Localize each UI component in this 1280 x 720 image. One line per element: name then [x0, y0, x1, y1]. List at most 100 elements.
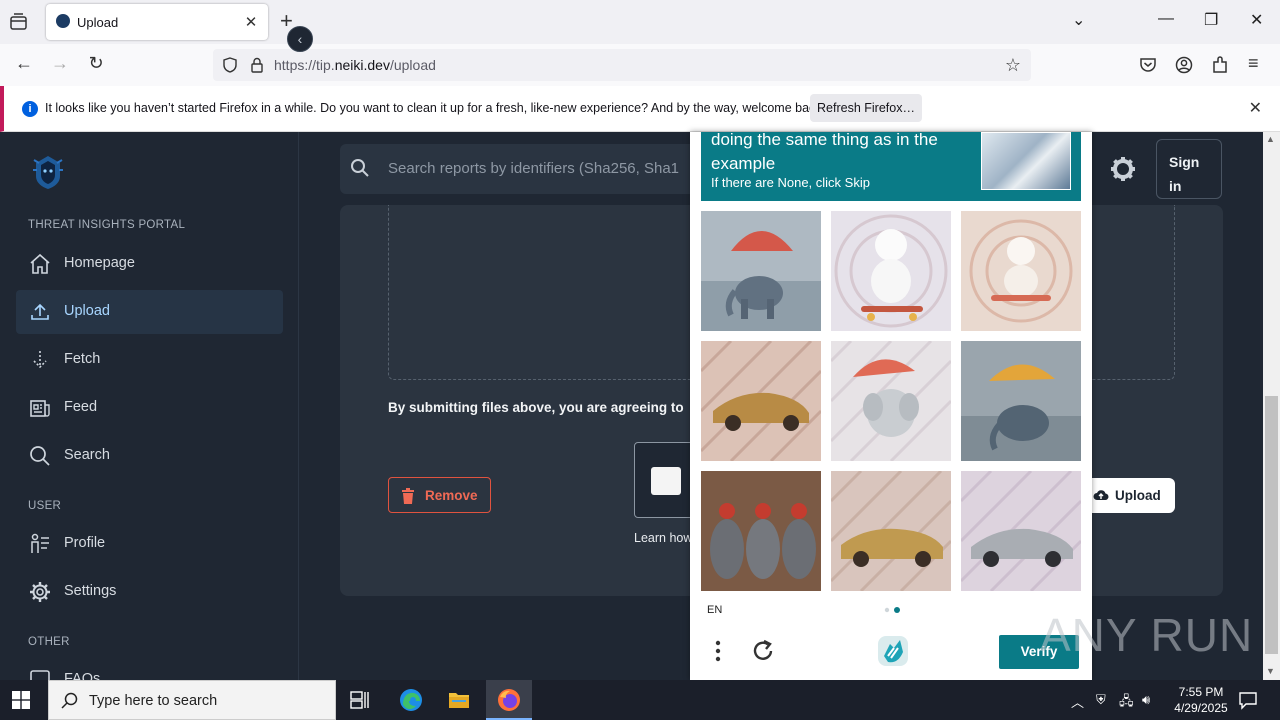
edge-browser-icon[interactable] [388, 680, 434, 720]
captcha-tile-gold-sports-car[interactable] [701, 341, 821, 461]
captcha-prompt-line: doing the same thing as in the [711, 130, 938, 149]
address-bar[interactable]: https://tip.neiki.dev/upload ☆ [213, 49, 1031, 81]
portal-section-label: THREAT INSIGHTS PORTAL [28, 219, 186, 231]
captcha-page-indicator [884, 607, 900, 613]
browser-nav-bar: ← → ↻ https://tip.neiki.dev/upload ☆ ≡ [0, 44, 1280, 86]
sidebar-item-settings[interactable]: Settings [16, 570, 283, 614]
settings-icon [30, 582, 50, 602]
learn-how-link[interactable]: Learn how [634, 531, 692, 545]
sidebar-item-label: Upload [64, 303, 110, 319]
taskbar-search-placeholder: Type here to search [89, 693, 218, 709]
captcha-menu-icon[interactable] [712, 640, 724, 662]
sidebar-item-label: Fetch [64, 351, 101, 367]
gear-icon[interactable] [1108, 154, 1138, 184]
trash-icon [402, 488, 414, 504]
captcha-checkbox[interactable] [651, 467, 681, 495]
sidebar-item-label: Homepage [64, 255, 135, 271]
search-icon [351, 159, 369, 177]
browser-tab[interactable]: Upload ✕ [46, 4, 268, 40]
back-icon[interactable]: ← [12, 53, 36, 74]
cloud-upload-icon [1093, 490, 1109, 501]
sidebar-item-search[interactable]: Search [16, 434, 283, 478]
info-icon: i [22, 101, 38, 117]
sidebar-item-homepage[interactable]: Homepage [16, 242, 283, 286]
taskbar-clock[interactable]: 7:55 PM 4/29/2025 [1160, 684, 1242, 716]
action-center-icon[interactable] [1238, 690, 1258, 710]
tracking-protection-icon[interactable] [223, 57, 237, 73]
search-placeholder: Search reports by identifiers (Sha256, S… [388, 160, 679, 177]
forward-icon[interactable]: → [48, 53, 72, 74]
extensions-icon[interactable] [1211, 56, 1229, 74]
captcha-tile-poodle-skateboard[interactable] [831, 211, 951, 331]
list-all-tabs-icon[interactable]: ⌄ [1072, 10, 1085, 30]
remove-button[interactable]: Remove [388, 477, 491, 513]
network-icon[interactable]: 🖧 [1119, 692, 1134, 714]
windows-start-icon[interactable] [12, 691, 30, 709]
captcha-example-image [981, 132, 1071, 190]
scroll-up-icon[interactable]: ▲ [1266, 134, 1275, 144]
tab-list-icon[interactable] [8, 12, 30, 32]
anyrun-watermark: ANY RUN [1040, 609, 1254, 661]
captcha-hint: If there are None, click Skip [711, 175, 870, 190]
other-section-label: OTHER [28, 636, 70, 648]
captcha-tile-silver-sports-car[interactable] [961, 471, 1081, 591]
sidebar-item-label: Feed [64, 399, 98, 415]
upload-button[interactable]: Upload [1085, 478, 1175, 513]
firefox-notification-bar: i It looks like you haven’t started Fire… [0, 86, 1280, 132]
close-tab-icon[interactable]: ✕ [242, 13, 260, 31]
report-search-input[interactable]: Search reports by identifiers (Sha256, S… [340, 144, 710, 194]
windows-taskbar: Type here to search ︿ ⛨ 🖧 🔊︎ 7:55 PM 4/29… [0, 680, 1280, 720]
restore-icon[interactable]: ❐ [1204, 10, 1218, 30]
sidebar-item-profile[interactable]: Profile [16, 522, 283, 566]
pocket-icon[interactable] [1139, 56, 1157, 74]
collapse-sidebar-button[interactable]: ‹ [287, 26, 313, 52]
agreement-text: By submitting files above, you are agree… [388, 400, 684, 415]
volume-icon[interactable]: 🔊︎ [1142, 692, 1150, 708]
reload-icon[interactable]: ↻ [84, 53, 108, 74]
refresh-firefox-button[interactable]: Refresh Firefox… [810, 94, 922, 122]
scrollbar-thumb[interactable] [1265, 396, 1278, 654]
task-view-icon[interactable] [337, 680, 383, 720]
sidebar-item-label: FAQs [64, 671, 101, 680]
taskbar-search-input[interactable]: Type here to search [48, 680, 336, 720]
sidebar-item-label: Settings [64, 583, 117, 599]
captcha-tile-chickens[interactable] [701, 471, 821, 591]
close-window-icon[interactable]: ✕ [1250, 10, 1263, 30]
captcha-tile-poodle-skateboard-2[interactable] [961, 211, 1081, 331]
scroll-down-icon[interactable]: ▼ [1266, 666, 1275, 676]
minimize-icon[interactable]: — [1158, 10, 1174, 28]
notification-message: It looks like you haven’t started Firefo… [45, 101, 826, 115]
hcaptcha-logo-icon [878, 636, 908, 666]
lock-icon[interactable] [250, 57, 264, 73]
captcha-language-selector[interactable]: EN [707, 604, 722, 616]
sidebar-item-fetch[interactable]: Fetch [16, 338, 283, 382]
sidebar-item-label: Search [64, 447, 110, 463]
bookmark-star-icon[interactable]: ☆ [1005, 55, 1021, 76]
sign-in-button[interactable]: Sign in [1156, 139, 1222, 199]
faq-icon [30, 670, 50, 680]
profile-icon [31, 533, 49, 553]
menu-icon[interactable]: ≡ [1248, 53, 1259, 74]
portal-logo-icon[interactable] [30, 154, 66, 190]
captcha-tile-elephant-parachute[interactable] [701, 211, 821, 331]
firefox-taskbar-icon[interactable] [486, 680, 532, 720]
captcha-challenge: doing the same thing as in the example I… [690, 130, 1092, 680]
feed-icon [30, 400, 50, 417]
sidebar-item-feed[interactable]: Feed [16, 386, 283, 430]
security-tray-icon[interactable]: ⛨ [1096, 692, 1106, 708]
browser-tab-bar: Upload ✕ + ⌄ — ❐ ✕ [0, 0, 1280, 44]
close-notification-icon[interactable]: ✕ [1249, 98, 1262, 118]
page-scrollbar[interactable]: ▲ ▼ [1263, 132, 1280, 680]
home-icon [30, 253, 50, 274]
captcha-tile-elephant-umbrella-water[interactable] [961, 341, 1081, 461]
sidebar-item-label: Profile [64, 535, 106, 551]
captcha-prompt-line: example [711, 154, 776, 173]
captcha-tile-gold-car[interactable] [831, 471, 951, 591]
sidebar-item-upload[interactable]: Upload [16, 290, 283, 334]
account-icon[interactable] [1175, 56, 1193, 74]
sidebar-item-faqs[interactable]: FAQs [16, 658, 283, 680]
file-explorer-icon[interactable] [436, 680, 482, 720]
show-hidden-icons-icon[interactable]: ︿ [1071, 692, 1084, 711]
captcha-tile-elephant-umbrella[interactable] [831, 341, 951, 461]
captcha-refresh-icon[interactable] [750, 638, 776, 664]
